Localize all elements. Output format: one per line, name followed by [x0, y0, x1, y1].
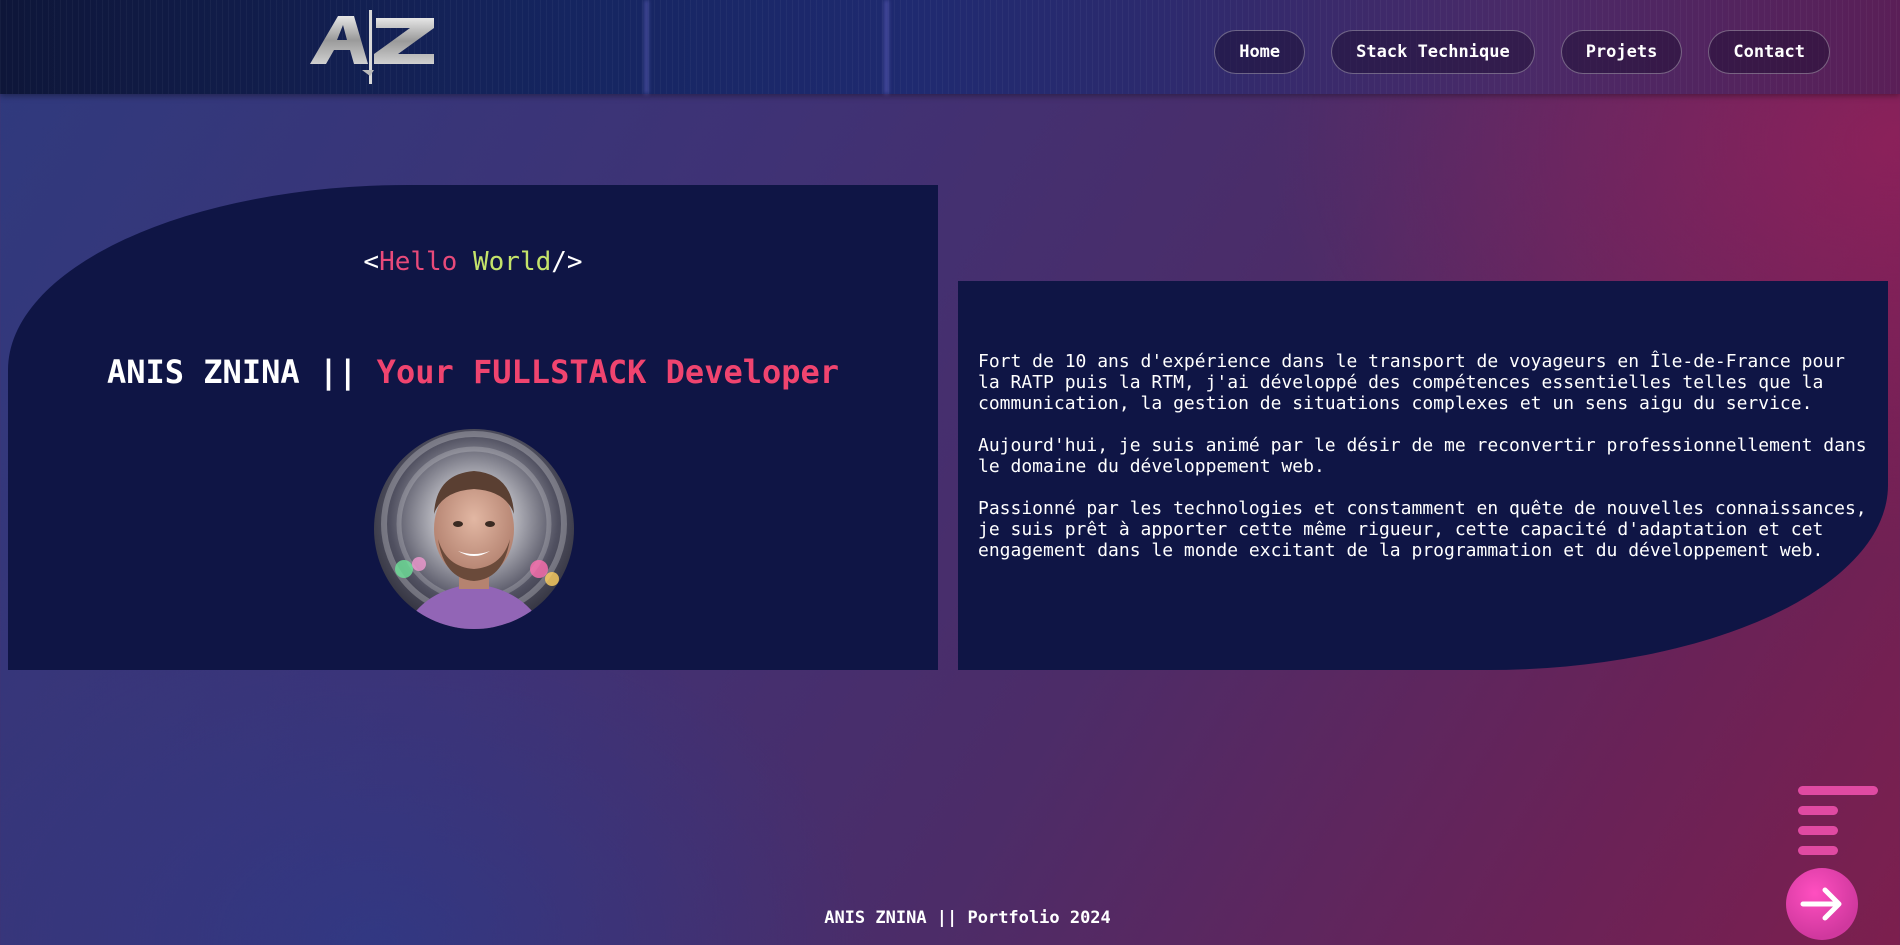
- main-nav: Home Stack Technique Projets Contact: [1214, 30, 1830, 74]
- menu-bar: [1798, 826, 1838, 835]
- nav-contact-button[interactable]: Contact: [1708, 30, 1830, 74]
- header-light-streak: [645, 0, 648, 94]
- hello-word: Hello: [379, 247, 458, 277]
- hello-world-tag: <Hello World/>: [8, 247, 938, 277]
- menu-bar: [1798, 786, 1878, 795]
- bio-paragraph: Fort de 10 ans d'expérience dans le tran…: [978, 351, 1845, 414]
- menu-bar: [1798, 846, 1838, 855]
- hero-title: ANIS ZNINA || Your FULLSTACK Developer: [8, 353, 938, 391]
- avatar: [374, 429, 574, 629]
- bio-paragraph: Passionné par les technologies et consta…: [978, 498, 1867, 561]
- header: Home Stack Technique Projets Contact: [0, 0, 1900, 94]
- world-word: World: [473, 247, 552, 277]
- hero-role: Your FULLSTACK Developer: [376, 353, 840, 391]
- profile-photo: [374, 429, 574, 629]
- next-arrow-button[interactable]: [1786, 868, 1858, 940]
- hello-open: <: [363, 247, 380, 277]
- nav-projects-button[interactable]: Projets: [1560, 30, 1683, 74]
- menu-bar: [1798, 806, 1838, 815]
- header-light-streak: [885, 0, 888, 94]
- hello-close: />: [551, 247, 583, 277]
- bio-card: Fort de 10 ans d'expérience dans le tran…: [958, 281, 1888, 670]
- nav-home-button[interactable]: Home: [1214, 30, 1306, 74]
- intro-card: <Hello World/> ANIS ZNINA || Your FULLST…: [8, 185, 938, 670]
- bio-text: Fort de 10 ans d'expérience dans le tran…: [978, 351, 1878, 582]
- footer-text: ANIS ZNINA || Portfolio 2024: [824, 908, 1111, 928]
- menu-bars-icon[interactable]: [1798, 786, 1880, 861]
- bio-paragraph: Aujourd'hui, je suis animé par le désir …: [978, 435, 1867, 477]
- hero-name: ANIS ZNINA ||: [106, 353, 377, 391]
- az-logo-icon[interactable]: [306, 10, 438, 90]
- nav-stack-button[interactable]: Stack Technique: [1331, 30, 1535, 74]
